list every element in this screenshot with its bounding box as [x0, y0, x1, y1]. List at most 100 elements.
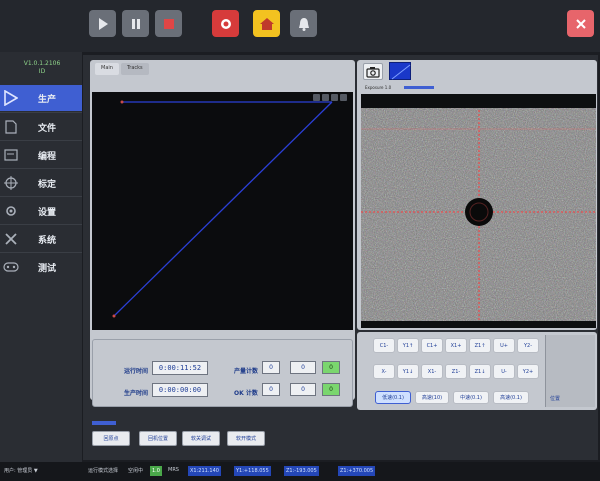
tab-main[interactable]: Main: [95, 63, 119, 75]
sidebar-item-test[interactable]: 测试: [0, 254, 82, 280]
action-button-machine-position[interactable]: 回机位置: [139, 431, 177, 446]
output-count-2: 0: [290, 361, 316, 374]
sidebar-item-system[interactable]: 系统: [0, 226, 82, 252]
camera-view: [361, 94, 596, 327]
output-count-1: 0: [262, 361, 280, 374]
speed-low-button[interactable]: 低速(0.1): [375, 391, 411, 404]
camera-info-header: [361, 94, 596, 108]
position-sidebar: 位置: [545, 335, 595, 407]
jog-button[interactable]: U-: [493, 364, 515, 379]
image-icon: [391, 64, 411, 80]
action-button-debug[interactable]: 软关调试: [182, 431, 220, 446]
top-toolbar: [0, 0, 600, 52]
version-label: V1.0.1.2106 ID: [23, 60, 61, 75]
output-count-3: 0: [322, 361, 340, 374]
jog-button[interactable]: Y1↓: [397, 364, 419, 379]
track-path: [112, 100, 333, 318]
pause-button[interactable]: [122, 10, 149, 37]
progress-indicator: [92, 421, 116, 425]
jog-button[interactable]: C1+: [421, 338, 443, 353]
home-button[interactable]: [253, 10, 280, 37]
stop-icon: [163, 18, 174, 29]
divider: [0, 168, 82, 169]
ok-count-3: 0: [322, 383, 340, 396]
production-time-label: 生产时间: [124, 390, 149, 397]
ok-count-2: 0: [290, 383, 316, 396]
sidebar-item-label: 设置: [38, 207, 57, 218]
exposure-slider[interactable]: [404, 86, 434, 89]
sidebar-item-settings[interactable]: 设置: [0, 198, 82, 224]
record-button[interactable]: [212, 10, 239, 37]
image-mode-button[interactable]: [389, 62, 411, 80]
sidebar-item-label: 系统: [38, 235, 57, 246]
sidebar-item-file[interactable]: 文件: [0, 114, 82, 140]
coord-z1: Z1:-193.005: [284, 466, 319, 476]
jog-button[interactable]: X1-: [421, 364, 443, 379]
panel-tabs: Main Tracks: [95, 63, 149, 75]
close-button[interactable]: [567, 10, 594, 37]
sidebar-item-label: 生产: [38, 94, 57, 105]
speed-mid-button[interactable]: 中速(0.1): [453, 391, 489, 404]
state-value: 1.0: [150, 466, 162, 476]
jog-button[interactable]: Y1↑: [397, 338, 419, 353]
action-button-mode[interactable]: 软开模式: [227, 431, 265, 446]
divider: [0, 112, 82, 113]
tools-icon: [3, 231, 19, 247]
program-icon: [3, 147, 19, 163]
jog-button[interactable]: Y2+: [517, 364, 539, 379]
sidebar-item-label: 文件: [38, 123, 57, 134]
jog-button[interactable]: Y2-: [517, 338, 539, 353]
jog-button[interactable]: X1+: [445, 338, 467, 353]
coord-y1: Y1:+118.055: [234, 466, 271, 476]
alarm-button[interactable]: [290, 10, 317, 37]
action-button-home[interactable]: 回原点: [92, 431, 130, 446]
jog-button[interactable]: Z1-: [445, 364, 467, 379]
exposure-label: Exposure 1.0: [365, 85, 392, 90]
close-icon: [575, 18, 586, 29]
position-label: 位置: [550, 396, 561, 402]
jog-button[interactable]: C1-: [373, 338, 395, 353]
speed-fast-button[interactable]: 高速(0.1): [493, 391, 529, 404]
sidebar-item-label: 编程: [38, 151, 57, 162]
user-dropdown[interactable]: 用户: 管理员 ▼: [4, 467, 38, 474]
sidebar-item-program[interactable]: 编程: [0, 142, 82, 168]
crosshair-icon: [3, 175, 19, 191]
tab-tracks[interactable]: Tracks: [120, 63, 149, 75]
sidebar-item-label: 标定: [38, 179, 57, 190]
run-mode-label: 运行模式选择: [88, 468, 119, 474]
file-icon: [3, 119, 19, 135]
jog-button[interactable]: X-: [373, 364, 395, 379]
camera-info-footer: [361, 321, 596, 328]
settings-icon: [3, 203, 19, 219]
track-plot: [92, 92, 353, 330]
play-icon: [98, 17, 108, 30]
sidebar-item-calibrate[interactable]: 标定: [0, 170, 82, 196]
status-bar: 用户: 管理员 ▼ 运行模式选择 空闲中 1.0 MRS X1:211.140 …: [0, 462, 600, 481]
speed-label: MRS: [168, 467, 179, 473]
play-button[interactable]: [89, 10, 116, 37]
output-count-label: 产量计数: [234, 368, 259, 375]
state-label: 空闲中: [128, 468, 144, 474]
divider: [0, 224, 82, 225]
stop-button[interactable]: [155, 10, 182, 37]
jog-button[interactable]: U+: [493, 338, 515, 353]
run-time-label: 运行时间: [124, 368, 149, 375]
play-triangle-icon: [3, 90, 19, 106]
pause-icon: [131, 18, 140, 29]
jog-button[interactable]: Z1↓: [469, 364, 491, 379]
jog-button[interactable]: Z1↑: [469, 338, 491, 353]
camera-icon: [366, 66, 380, 78]
camera-image: [361, 94, 596, 327]
coord-x1: X1:211.140: [188, 466, 221, 476]
divider: [0, 252, 82, 253]
home-icon: [259, 17, 274, 30]
ok-count-1: 0: [262, 383, 280, 396]
camera-button[interactable]: [363, 63, 383, 80]
bell-icon: [298, 17, 309, 31]
sidebar-item-production[interactable]: 生产: [0, 85, 82, 111]
gamepad-icon: [3, 259, 19, 275]
ok-count-label: OK 计数: [234, 390, 258, 397]
divider: [0, 140, 82, 141]
speed-high-button[interactable]: 高速(10): [415, 391, 449, 404]
record-icon: [220, 18, 231, 29]
